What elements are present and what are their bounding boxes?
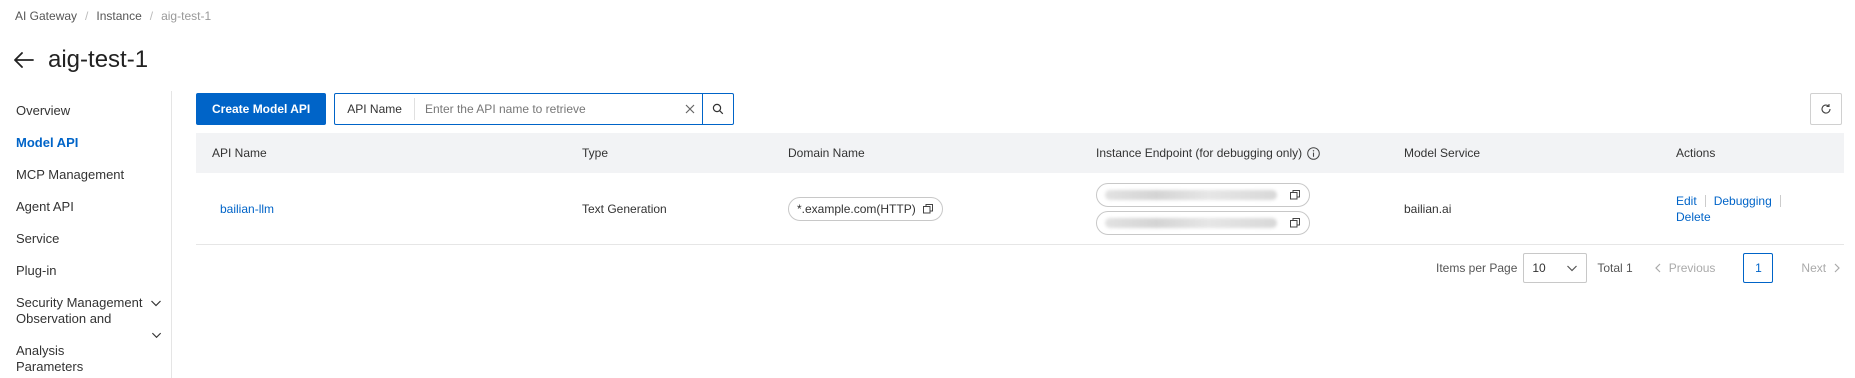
chevron-down-icon (1567, 265, 1578, 272)
sidebar-item-label: MCP Management (16, 167, 125, 182)
endpoint-pill (1096, 210, 1310, 235)
copy-icon[interactable] (922, 203, 934, 215)
chevron-down-icon (151, 300, 161, 307)
info-icon[interactable] (1307, 147, 1321, 161)
model-api-table: API Name Type Domain Name Instance Endpo… (196, 133, 1844, 245)
breadcrumb-separator: / (149, 9, 154, 23)
breadcrumb-instance[interactable]: Instance (96, 9, 141, 23)
edit-link[interactable]: Edit (1676, 194, 1697, 208)
column-header-actions: Actions (1676, 146, 1716, 160)
column-header-label: Instance Endpoint (for debugging only) (1096, 146, 1303, 160)
domain-name-cell: *.example.com(HTTP) (788, 196, 943, 221)
delete-link[interactable]: Delete (1676, 210, 1789, 224)
action-separator (1704, 194, 1706, 207)
sidebar-item-plug-in[interactable]: Plug-in (0, 255, 170, 287)
search-box: API Name (334, 93, 735, 125)
instance-endpoint-cell (1096, 182, 1310, 235)
chevron-right-icon (1834, 263, 1840, 273)
refresh-icon (1821, 104, 1831, 114)
search-icon[interactable] (702, 94, 733, 124)
breadcrumb: AI Gateway / Instance / aig-test-1 (15, 9, 211, 23)
sidebar-item-service[interactable]: Service (0, 223, 170, 255)
title-row: aig-test-1 (14, 46, 148, 74)
sidebar-divider (171, 91, 172, 378)
breadcrumb-separator: / (85, 9, 89, 23)
model-service: bailian.ai (1404, 201, 1452, 216)
domain-name: *.example.com(HTTP) (797, 201, 916, 216)
total-count: Total 1 (1597, 261, 1633, 275)
back-arrow-icon[interactable] (14, 48, 38, 72)
search-input[interactable] (414, 95, 679, 123)
copy-icon[interactable] (1289, 189, 1301, 201)
sidebar-item-overview[interactable]: Overview (0, 95, 170, 127)
chevron-left-icon (1654, 263, 1661, 273)
sidebar-item-label: Service (16, 231, 60, 246)
next-label: Next (1801, 261, 1827, 275)
pagination: Items per Page 10 Total 1 Previous 1 Nex… (1436, 253, 1842, 283)
table-header: API Name Type Domain Name Instance Endpo… (196, 133, 1844, 173)
redacted-endpoint (1105, 217, 1277, 228)
page-number-1[interactable]: 1 (1743, 253, 1774, 283)
sidebar-item-label: Agent API (16, 199, 74, 214)
page-size-select[interactable]: 10 (1523, 253, 1588, 283)
redacted-endpoint (1105, 189, 1277, 200)
table-row: bailian-llm Text Generation *.example.co… (196, 173, 1844, 245)
column-header-domain-name: Domain Name (788, 146, 865, 160)
breadcrumb-ai-gateway[interactable]: AI Gateway (15, 9, 77, 23)
column-header-api-name: API Name (212, 146, 267, 160)
sidebar-item-label: Model API (16, 135, 79, 150)
copy-icon[interactable] (1289, 217, 1301, 229)
actions-group: Edit Debugging (1676, 194, 1789, 208)
actions-cell: Edit Debugging Delete (1676, 194, 1789, 224)
sidebar-item-mcp-management[interactable]: MCP Management (0, 159, 170, 191)
action-separator (1779, 194, 1781, 207)
search-field-selector[interactable]: API Name (339, 98, 415, 120)
refresh-button[interactable] (1810, 93, 1842, 125)
debugging-link[interactable]: Debugging (1714, 194, 1772, 208)
column-header-model-service: Model Service (1404, 146, 1481, 160)
sidebar-item-label: Plug-in (16, 263, 57, 278)
breadcrumb-current: aig-test-1 (161, 9, 212, 23)
create-model-api-button[interactable]: Create Model API (196, 93, 327, 125)
api-type: Text Generation (582, 201, 667, 216)
column-header-instance-endpoint: Instance Endpoint (for debugging only) (1096, 133, 1321, 173)
column-header-type: Type (582, 146, 609, 160)
sidebar-item-model-api[interactable]: Model API (0, 127, 170, 159)
sidebar-item-label: Overview (16, 103, 71, 118)
page-size-value: 10 (1532, 261, 1546, 275)
domain-pill: *.example.com(HTTP) (788, 196, 943, 221)
sidebar: Overview Model API MCP Management Agent … (0, 95, 170, 378)
sidebar-item-observation-and-analysis[interactable]: Observation and Analysis (0, 311, 170, 358)
sidebar-item-label: Parameters (16, 359, 84, 374)
sidebar-item-agent-api[interactable]: Agent API (0, 191, 170, 223)
endpoint-pill (1096, 182, 1310, 207)
chevron-down-icon (151, 332, 162, 339)
previous-label: Previous (1668, 261, 1716, 275)
items-per-page-label: Items per Page (1436, 261, 1518, 275)
next-button[interactable]: Next (1801, 261, 1842, 275)
toolbar: Create Model API API Name (196, 93, 735, 125)
page-title: aig-test-1 (48, 46, 149, 73)
previous-button[interactable]: Previous (1653, 261, 1716, 275)
clear-icon[interactable] (678, 97, 702, 121)
api-name-link[interactable]: bailian-llm (220, 202, 274, 216)
